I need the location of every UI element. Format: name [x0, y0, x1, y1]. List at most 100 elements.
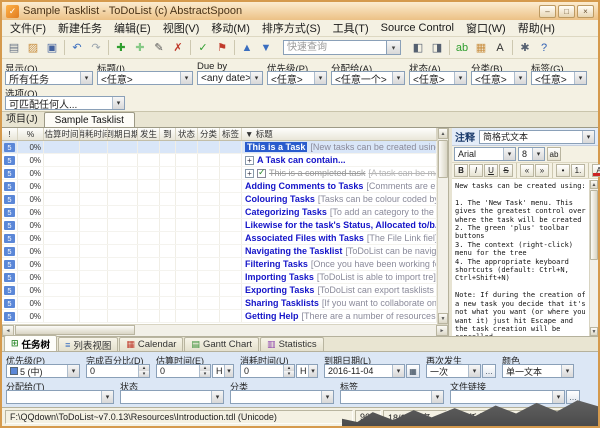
spinner-buttons[interactable]: ▴▾: [283, 365, 294, 377]
time-spent-spin[interactable]: 0▴▾: [240, 364, 295, 378]
scroll-track[interactable]: [438, 139, 448, 313]
checkbox-icon[interactable]: ✓: [257, 169, 266, 178]
maximize-comments-button[interactable]: ◨: [428, 39, 446, 57]
status-combo[interactable]: ▾: [120, 390, 224, 404]
outdent-button[interactable]: «: [520, 164, 534, 177]
percent-done-spin[interactable]: 0▴▾: [86, 364, 150, 378]
column-header-1[interactable]: %: [18, 128, 44, 140]
new-task-button[interactable]: ✚: [112, 39, 130, 57]
complete-task-button[interactable]: ✓: [194, 39, 212, 57]
numbered-list-button[interactable]: 1.: [571, 164, 585, 177]
spinner-buttons[interactable]: ▴▾: [138, 365, 149, 377]
color-picker-button[interactable]: ▦: [472, 39, 490, 57]
column-header-3[interactable]: 消耗时间: [80, 128, 108, 140]
scroll-track[interactable]: [14, 325, 436, 336]
tab-task-tree[interactable]: ⊞任务树: [4, 335, 57, 351]
menu-item[interactable]: 移动(M): [205, 19, 256, 37]
column-header-7[interactable]: 状态: [176, 128, 198, 140]
title-bar[interactable]: ✓ Sample Tasklist - ToDoList (c) Abstrac…: [2, 2, 598, 20]
font-size-combo[interactable]: 8 ▾: [518, 147, 545, 161]
spellcheck-button[interactable]: ab: [453, 39, 471, 57]
task-row[interactable]: 50%Filtering Tasks[Once you have been wo…: [2, 258, 437, 271]
menu-item[interactable]: 工具(T): [327, 19, 375, 37]
task-list-hscrollbar[interactable]: ◄ ►: [2, 324, 448, 336]
column-header-5[interactable]: 发生: [138, 128, 160, 140]
close-button[interactable]: ×: [577, 5, 594, 18]
scroll-thumb[interactable]: [438, 140, 448, 178]
filter-tag[interactable]: <任意>▾: [531, 71, 587, 85]
due-date-picker[interactable]: 2016-11-04▾: [324, 364, 405, 378]
column-header-0[interactable]: !: [2, 128, 18, 140]
time-estimate-spin[interactable]: 0▴▾: [156, 364, 211, 378]
column-header-10[interactable]: ▼ 标题: [242, 128, 437, 140]
scroll-thumb[interactable]: [15, 325, 135, 335]
category-combo[interactable]: ▾: [230, 390, 334, 404]
task-row[interactable]: 50%Importing Tasks[ToDoList is able to i…: [2, 271, 437, 284]
task-row[interactable]: 50%Likewise for the task's Status, Alloc…: [2, 219, 437, 232]
filter-allocto[interactable]: <任意一个>▾: [331, 71, 405, 85]
comments-scrollbar[interactable]: ▲ ▼: [589, 180, 598, 336]
calendar-icon[interactable]: ▦: [406, 364, 420, 378]
tab-calendar[interactable]: ▦Calendar: [119, 337, 183, 351]
bullet-list-button[interactable]: •: [556, 164, 570, 177]
scroll-right-icon[interactable]: ►: [436, 325, 448, 336]
scroll-down-icon[interactable]: ▼: [590, 327, 598, 336]
new-subtask-button[interactable]: ✚: [131, 39, 149, 57]
strikethrough-button[interactable]: S: [499, 164, 513, 177]
tab-gantt-chart[interactable]: ▤Gantt Chart: [184, 337, 259, 351]
spinner-buttons[interactable]: ▴▾: [199, 365, 210, 377]
filter-priority[interactable]: <任意>▾: [267, 71, 327, 85]
move-task-up-button[interactable]: ▲: [238, 39, 256, 57]
menu-item[interactable]: 新建任务: [52, 19, 108, 37]
edit-task-button[interactable]: ✎: [150, 39, 168, 57]
filter-show[interactable]: 所有任务▾: [5, 71, 93, 85]
file-link-combo[interactable]: ▾: [450, 390, 565, 404]
priority-combo[interactable]: 5 (中)▾: [6, 364, 80, 378]
task-row[interactable]: 50%Sharing Tasklists[If you want to coll…: [2, 297, 437, 310]
time-spent-spin-unit[interactable]: H▾: [296, 364, 318, 378]
filter-status[interactable]: <任意>▾: [409, 71, 467, 85]
maximize-tasklist-button[interactable]: ◧: [409, 39, 427, 57]
tab-statistics[interactable]: ▥Statistics: [260, 337, 324, 351]
preferences-button[interactable]: ✱: [516, 39, 534, 57]
filter-title[interactable]: <任意>▾: [97, 71, 193, 85]
column-header-8[interactable]: 分类: [198, 128, 220, 140]
comments-format-combo[interactable]: 简格式文本 ▾: [479, 130, 595, 144]
menu-item[interactable]: 视图(V): [157, 19, 206, 37]
move-task-down-button[interactable]: ▼: [257, 39, 275, 57]
scroll-up-icon[interactable]: ▲: [590, 180, 598, 189]
flag-task-button[interactable]: ⚑: [213, 39, 231, 57]
comment-text[interactable]: New tasks can be created using: 1. The '…: [452, 180, 589, 336]
italic-button[interactable]: I: [469, 164, 483, 177]
task-row[interactable]: 50%Associated Files with Tasks[The File …: [2, 232, 437, 245]
help-button[interactable]: ?: [535, 39, 553, 57]
scroll-down-icon[interactable]: ▼: [438, 313, 448, 324]
tags-combo[interactable]: ▾: [340, 390, 444, 404]
expand-icon[interactable]: +: [245, 156, 254, 165]
task-row[interactable]: 50%+A Task can contain...: [2, 154, 437, 167]
scroll-track[interactable]: [590, 189, 598, 327]
font-name-combo[interactable]: Arial ▾: [454, 147, 516, 161]
scroll-thumb[interactable]: [590, 190, 598, 260]
task-row[interactable]: 50%Colouring Tasks[Tasks can be colour c…: [2, 193, 437, 206]
task-list-vscrollbar[interactable]: ▲ ▼: [437, 128, 448, 324]
task-row[interactable]: 50%This is a Task[New tasks can be creat…: [2, 141, 437, 154]
menu-item[interactable]: 排序方式(S): [256, 19, 327, 37]
redo-button[interactable]: ↷: [87, 39, 105, 57]
column-header-9[interactable]: 标签: [220, 128, 242, 140]
open-tasklist-button[interactable]: ▨: [24, 39, 42, 57]
allocated-to-combo[interactable]: ▾: [6, 390, 114, 404]
task-row[interactable]: 50%+✓This is a completed task[A task can…: [2, 167, 437, 180]
task-row[interactable]: 50%Categorizing Tasks[To add an category…: [2, 206, 437, 219]
project-tab-sample-tasklist[interactable]: Sample Tasklist: [44, 112, 135, 127]
task-row[interactable]: 50%Exporting Tasks[ToDoList can export t…: [2, 284, 437, 297]
menu-item[interactable]: 文件(F): [4, 19, 52, 37]
task-row[interactable]: 50%Adding Comments to Tasks[Comments are…: [2, 180, 437, 193]
column-header-6[interactable]: 到: [160, 128, 176, 140]
save-tasklist-button[interactable]: ▣: [43, 39, 61, 57]
options-combo[interactable]: 可匹配任何人... ▾: [5, 96, 125, 110]
tab-list-view[interactable]: ≡列表视图: [58, 337, 118, 351]
column-header-2[interactable]: 估算时间: [44, 128, 80, 140]
new-tasklist-button[interactable]: ▤: [5, 39, 23, 57]
chevron-down-icon[interactable]: ▾: [387, 40, 401, 55]
